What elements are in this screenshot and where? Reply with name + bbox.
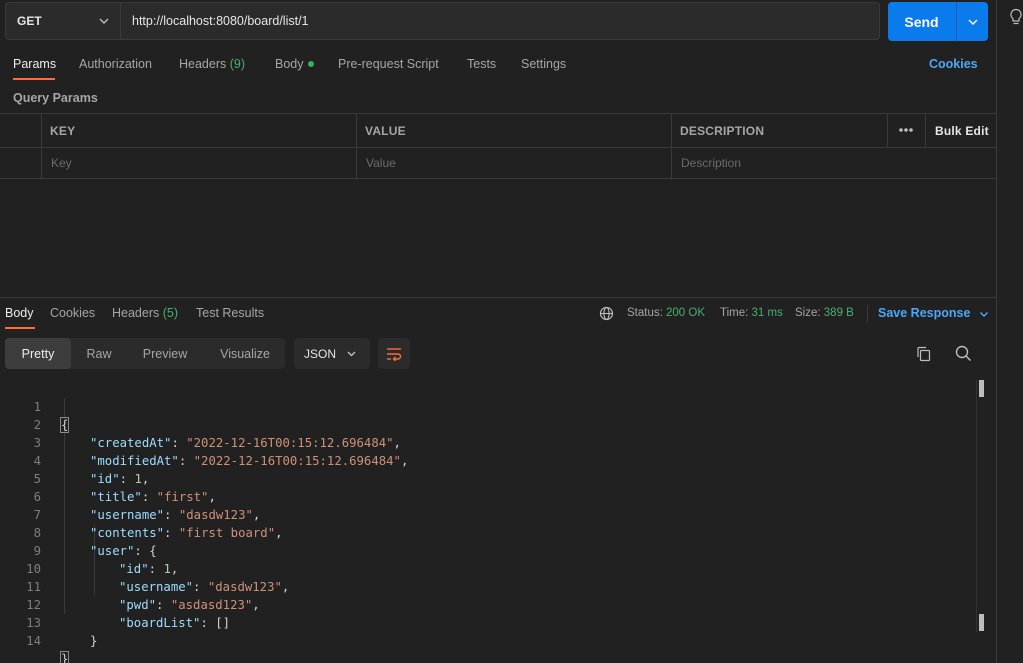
description-input[interactable]: Description — [681, 156, 741, 170]
params-table: KEY VALUE DESCRIPTION Bulk Edit Key Valu… — [0, 113, 996, 180]
code-line: 3 "modifiedAt": "2022-12-16T00:15:12.696… — [0, 416, 980, 468]
line-number: 14 — [26, 634, 41, 648]
status-value: 200 OK — [666, 307, 706, 319]
wrap-lines-icon — [387, 347, 402, 361]
response-tab-body[interactable]: Body — [5, 306, 34, 320]
tab-pre-request-script[interactable]: Pre-request Script — [338, 57, 439, 71]
column-divider — [356, 114, 357, 180]
tab-headers-label: Headers — [179, 57, 227, 71]
right-sidebar — [996, 0, 1023, 663]
code-line: 12 "boardList": [] — [0, 578, 980, 630]
query-params-label: Query Params — [13, 91, 98, 105]
response-time: Time: 31 ms — [720, 307, 783, 319]
size-label: Size: — [795, 307, 821, 319]
tab-params-underline — [13, 78, 55, 80]
language-value: JSON — [304, 346, 337, 361]
copy-icon[interactable] — [916, 346, 932, 362]
response-tab-cookies[interactable]: Cookies — [50, 306, 95, 320]
search-icon[interactable] — [955, 345, 972, 362]
bulk-edit-button[interactable]: Bulk Edit — [935, 124, 989, 138]
postman-main: GET http://localhost:8080/board/list/1 S… — [0, 0, 996, 663]
scrollbar-marker[interactable] — [979, 614, 984, 631]
column-divider — [925, 114, 926, 147]
tab-headers[interactable]: Headers (9) — [179, 57, 245, 71]
brace-close: } — [59, 651, 70, 663]
column-divider — [671, 114, 672, 180]
tab-params[interactable]: Params — [13, 57, 56, 71]
more-icon[interactable] — [898, 127, 914, 133]
response-tab-underline — [5, 327, 35, 329]
column-divider — [887, 114, 888, 147]
table-row-divider — [0, 147, 996, 148]
code-line: 10 "username": "dasdw123", — [0, 542, 980, 594]
chevron-down-icon — [347, 351, 356, 357]
response-tab-headers-label: Headers — [112, 306, 160, 320]
method-select[interactable]: GET — [5, 2, 121, 40]
body-indicator-dot — [307, 60, 314, 67]
code-line: 13 } — [0, 596, 980, 648]
value-input[interactable]: Value — [366, 156, 396, 170]
tab-settings[interactable]: Settings — [521, 57, 566, 71]
send-label[interactable]: Send — [888, 2, 955, 41]
scrollbar-track[interactable] — [976, 380, 977, 632]
globe-icon[interactable] — [599, 306, 614, 321]
status-divider — [867, 305, 868, 323]
method-value: GET — [17, 14, 42, 28]
response-size: Size: 389 B — [795, 307, 854, 319]
tab-body-label: Body — [275, 57, 304, 71]
column-divider — [41, 114, 42, 180]
code-line: 5 "title": "first", — [0, 452, 980, 504]
lightbulb-icon[interactable] — [1009, 8, 1023, 26]
chevron-down-icon — [979, 311, 988, 317]
language-select[interactable]: JSON — [294, 338, 370, 369]
code-line: 14 } — [0, 614, 980, 663]
save-response-button[interactable]: Save Response — [878, 306, 989, 320]
format-preview[interactable]: Preview — [127, 338, 203, 369]
code-line: 1 { — [0, 380, 980, 433]
status-label: Status: — [627, 307, 663, 319]
column-header-value: VALUE — [365, 124, 406, 138]
code-line: 8 "user": { — [0, 506, 980, 558]
response-tab-test-results[interactable]: Test Results — [196, 306, 264, 320]
code-line: 4 "id": 1, — [0, 434, 980, 486]
time-value: 31 ms — [751, 307, 783, 319]
code-line: 7 "contents": "first board", — [0, 488, 980, 540]
size-value: 389 B — [823, 307, 854, 319]
column-header-key: KEY — [50, 124, 76, 138]
chevron-down-icon — [99, 18, 109, 24]
scrollbar-marker[interactable] — [979, 380, 984, 397]
format-raw[interactable]: Raw — [75, 338, 123, 369]
response-status: Status: 200 OK — [627, 307, 705, 319]
tab-tests[interactable]: Tests — [467, 57, 496, 71]
code-line: 2 "createdAt": "2022-12-16T00:15:12.6964… — [0, 398, 980, 450]
code-line: 6 "username": "dasdw123", — [0, 470, 980, 522]
url-input[interactable]: http://localhost:8080/board/list/1 — [121, 2, 880, 40]
response-tab-headers[interactable]: Headers (5) — [112, 306, 178, 320]
wrap-lines-button[interactable] — [378, 338, 410, 369]
format-tabs: Pretty Raw Preview Visualize — [5, 338, 285, 369]
tab-headers-count: (9) — [229, 57, 246, 71]
cookies-link[interactable]: Cookies — [929, 57, 978, 71]
format-pretty[interactable]: Pretty — [5, 338, 71, 369]
code-line: 9 "id": 1, — [0, 524, 980, 576]
save-response-label: Save Response — [878, 306, 971, 320]
code-line: 11 "pwd": "asdasd123", — [0, 560, 980, 612]
time-label: Time: — [720, 307, 749, 319]
send-dropdown[interactable] — [957, 2, 988, 41]
tab-authorization[interactable]: Authorization — [79, 57, 152, 71]
key-input[interactable]: Key — [51, 156, 72, 170]
column-header-description: DESCRIPTION — [680, 124, 765, 138]
send-button[interactable]: Send — [888, 2, 988, 41]
url-value: http://localhost:8080/board/list/1 — [132, 14, 309, 28]
format-visualize[interactable]: Visualize — [207, 338, 283, 369]
tab-body[interactable]: Body — [275, 57, 314, 71]
response-headers-count: (5) — [162, 306, 179, 320]
chevron-down-icon — [967, 18, 978, 25]
brace-close: } — [90, 634, 98, 648]
response-divider[interactable] — [0, 297, 996, 298]
